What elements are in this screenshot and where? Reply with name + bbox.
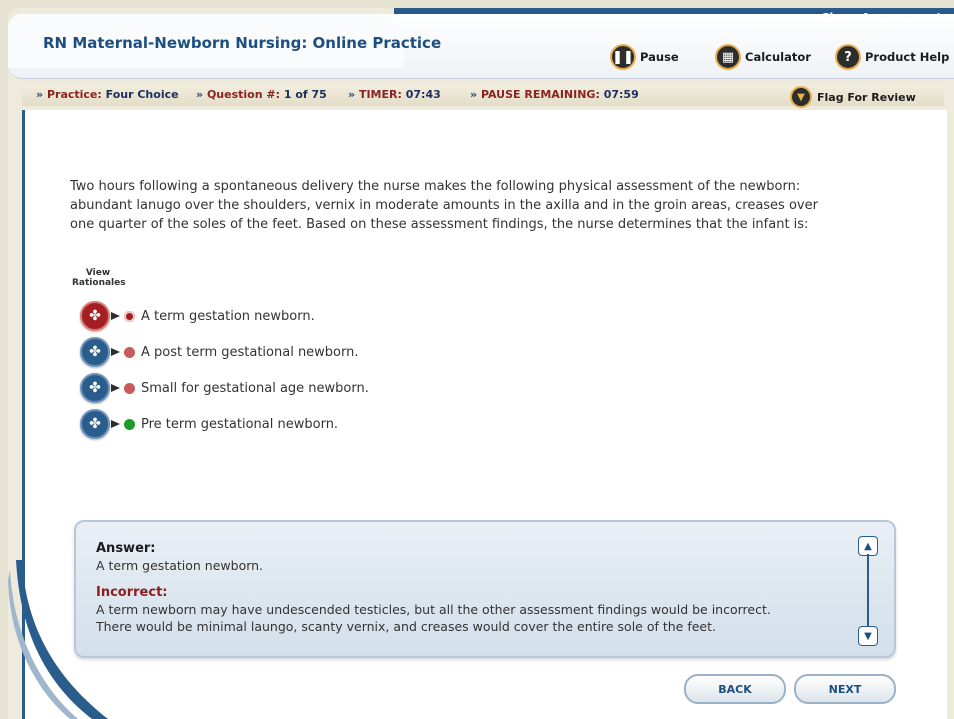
radio-incorrect[interactable] <box>124 346 135 358</box>
pause-remaining-status: » PAUSE REMAINING: 07:59 <box>470 88 639 101</box>
rationale-puzzle-icon[interactable]: ✤ <box>80 337 110 367</box>
pause-remaining-label: PAUSE REMAINING: <box>480 88 600 101</box>
practice-label: Practice: <box>46 88 102 101</box>
incorrect-text-line-1: A term newborn may have undescended test… <box>96 602 771 617</box>
rationale-content: Answer: A term gestation newborn. Incorr… <box>96 540 836 635</box>
product-help-label: Product Help <box>865 50 950 64</box>
next-button[interactable]: NEXT <box>794 674 896 704</box>
pause-label: Pause <box>640 50 679 64</box>
option-a[interactable]: ✤ A term gestation newborn. <box>80 301 315 331</box>
scroll-down-button[interactable]: ▼ <box>858 626 878 646</box>
option-d[interactable]: ✤ Pre term gestational newborn. <box>80 409 338 439</box>
pointer-arrow-icon <box>111 312 120 320</box>
calculator-button[interactable]: ▦ Calculator <box>715 44 811 70</box>
help-icon: ? <box>835 44 861 70</box>
option-label: A term gestation newborn. <box>141 308 315 324</box>
scroll-up-button[interactable]: ▲ <box>858 536 878 556</box>
close-assessment-link[interactable]: Close Assessment <box>820 11 942 25</box>
pause-button[interactable]: ❚❚ Pause <box>610 44 679 70</box>
question-label: Question #: <box>206 88 281 101</box>
answer-text: A term gestation newborn. <box>96 558 264 573</box>
timer-value: 07:43 <box>405 88 441 101</box>
app-title: RN Maternal-Newborn Nursing: Online Prac… <box>43 34 442 52</box>
pointer-arrow-icon <box>111 384 120 392</box>
incorrect-text-line-2: There would be minimal laungo, scanty ve… <box>96 619 716 634</box>
question-status: » Question #: 1 of 75 <box>196 88 327 101</box>
flag-for-review-button[interactable]: ▼ Flag For Review <box>790 86 916 108</box>
rationale-puzzle-icon[interactable]: ✤ <box>80 373 110 403</box>
pause-remaining-value: 07:59 <box>603 88 639 101</box>
pause-icon: ❚❚ <box>610 44 636 70</box>
answer-heading: Answer: <box>96 541 156 556</box>
flag-icon: ▼ <box>790 86 812 108</box>
scroll-track-line <box>867 554 869 632</box>
question-value: 1 of 75 <box>283 88 327 101</box>
rationale-puzzle-icon[interactable]: ✤ <box>80 409 110 439</box>
option-b[interactable]: ✤ A post term gestational newborn. <box>80 337 359 367</box>
option-c[interactable]: ✤ Small for gestational age newborn. <box>80 373 369 403</box>
rationale-panel: Answer: A term gestation newborn. Incorr… <box>74 520 896 658</box>
timer-label: TIMER: <box>358 88 402 101</box>
rationale-puzzle-icon[interactable]: ✤ <box>80 301 110 331</box>
radio-selected[interactable] <box>124 310 135 322</box>
view-rationales-label: View Rationales <box>72 268 126 288</box>
flag-label: Flag For Review <box>817 90 916 104</box>
question-text: Two hours following a spontaneous delive… <box>70 179 818 232</box>
radio-incorrect[interactable] <box>124 382 135 394</box>
pointer-arrow-icon <box>111 420 120 428</box>
practice-value: Four Choice <box>105 88 179 101</box>
pointer-arrow-icon <box>111 348 120 356</box>
back-button[interactable]: BACK <box>684 674 786 704</box>
product-help-button[interactable]: ? Product Help <box>835 44 949 70</box>
timer-status: » TIMER: 07:43 <box>348 88 441 101</box>
incorrect-heading: Incorrect: <box>96 585 168 600</box>
calculator-label: Calculator <box>745 50 811 64</box>
rationale-scrollbar[interactable]: ▲ ▼ <box>858 536 878 646</box>
option-label: A post term gestational newborn. <box>141 344 359 360</box>
calculator-icon: ▦ <box>715 44 741 70</box>
option-label: Small for gestational age newborn. <box>141 380 369 396</box>
radio-correct[interactable] <box>124 418 135 430</box>
option-label: Pre term gestational newborn. <box>141 416 339 432</box>
practice-status: » Practice: Four Choice <box>36 88 179 101</box>
